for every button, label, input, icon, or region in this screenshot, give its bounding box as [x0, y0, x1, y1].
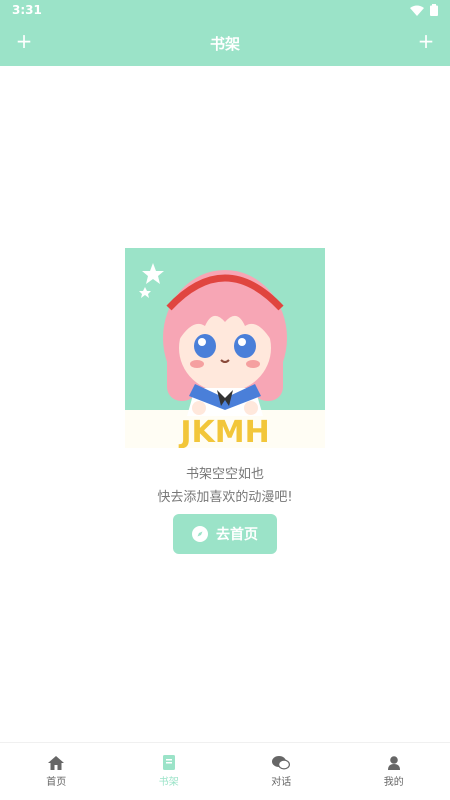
tab-home[interactable]: 首页: [0, 743, 113, 800]
tab-me-label: 我的: [383, 776, 404, 788]
bottom-tabbar: 首页 书架 对话 我的: [0, 742, 450, 800]
page-title: 书架: [209, 35, 240, 53]
mascot-image: JKMH: [125, 248, 325, 448]
empty-illustration: JKMH: [125, 248, 325, 448]
book-icon: [162, 755, 175, 770]
battery-icon: [430, 4, 438, 16]
home-icon: [48, 755, 65, 770]
tab-bookshelf[interactable]: 书架: [113, 743, 226, 800]
tab-chat[interactable]: 对话: [225, 743, 338, 800]
status-icons: [410, 4, 438, 16]
empty-line-2: 快去添加喜欢的动漫吧!: [157, 490, 293, 505]
empty-line-1: 书架空空如也: [185, 467, 264, 482]
tab-home-label: 首页: [46, 776, 67, 788]
app-root: 3:31 + 书架 + JKMH 书架空空如也 快去添加喜欢的动漫吧! 去首页 …: [0, 0, 450, 800]
go-home-label: 去首页: [216, 527, 258, 543]
go-home-button[interactable]: 去首页: [173, 514, 277, 554]
app-bar: + 书架 +: [0, 22, 450, 66]
empty-state: JKMH: [125, 248, 325, 448]
wifi-icon: [410, 5, 424, 16]
status-bar: 3:31: [0, 0, 450, 22]
compass-icon: [192, 526, 208, 542]
person-icon: [387, 755, 400, 770]
chat-icon: [272, 755, 291, 769]
tab-chat-label: 对话: [271, 776, 292, 788]
add-right-button[interactable]: +: [414, 31, 438, 51]
status-time: 3:31: [12, 3, 42, 17]
logo-text: JKMH: [178, 415, 269, 448]
tab-bookshelf-label: 书架: [158, 777, 179, 788]
tab-me[interactable]: 我的: [338, 743, 450, 800]
